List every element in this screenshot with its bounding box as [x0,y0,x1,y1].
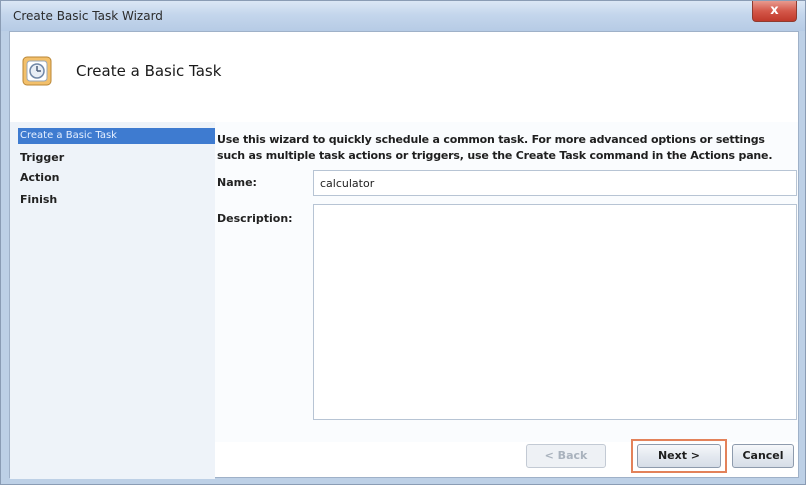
close-button[interactable]: x [752,1,797,22]
name-label: Name: [217,176,257,189]
cancel-button[interactable]: Cancel [732,444,794,468]
task-scheduler-icon [22,56,52,86]
back-button[interactable]: < Back [526,444,606,468]
title-bar[interactable]: Create Basic Task Wizard x [1,1,805,31]
create-basic-task-wizard-window: Create Basic Task Wizard x Create a Basi… [0,0,806,485]
page-title: Create a Basic Task [76,62,222,80]
description-field[interactable] [313,204,797,420]
window-title: Create Basic Task Wizard [13,9,163,23]
wizard-client-area: Create a Basic Task Create a Basic Task … [9,31,799,479]
step-action[interactable]: Action [18,170,218,186]
step-create-basic-task[interactable]: Create a Basic Task [18,128,218,144]
step-finish[interactable]: Finish [18,192,218,208]
intro-line-1: Use this wizard to quickly schedule a co… [217,133,765,146]
description-label: Description: [217,212,293,225]
intro-text: Use this wizard to quickly schedule a co… [217,132,795,164]
wizard-steps-panel: Create a Basic Task Trigger Action Finis… [10,122,218,479]
wizard-main-panel: Use this wizard to quickly schedule a co… [215,122,798,442]
close-icon: x [770,3,779,18]
step-trigger[interactable]: Trigger [18,150,218,166]
intro-line-2: such as multiple task actions or trigger… [217,149,773,162]
wizard-header: Create a Basic Task [10,32,798,122]
name-field[interactable] [313,170,797,196]
next-button[interactable]: Next > [637,444,721,468]
